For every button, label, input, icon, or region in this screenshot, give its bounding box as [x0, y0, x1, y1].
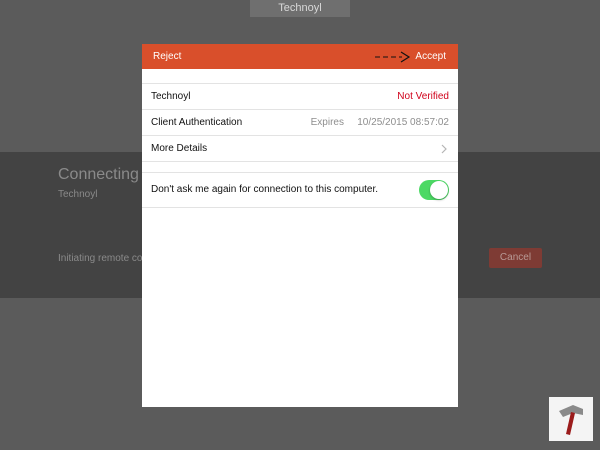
- more-details-row[interactable]: More Details: [142, 135, 458, 161]
- dashed-arrow-icon: [375, 51, 411, 63]
- accept-button[interactable]: Accept: [415, 44, 446, 69]
- dont-ask-row: Don't ask me again for connection to thi…: [142, 173, 458, 207]
- top-title-label: Technoyl: [250, 0, 350, 17]
- cancel-button[interactable]: Cancel: [489, 248, 542, 268]
- more-details-label: More Details: [151, 143, 208, 154]
- toggle-knob: [430, 181, 448, 199]
- dont-ask-label: Don't ask me again for connection to thi…: [151, 184, 379, 195]
- dialog-header: Reject Accept: [142, 44, 458, 69]
- reject-button[interactable]: Reject: [153, 44, 181, 69]
- chevron-right-icon: [441, 144, 447, 154]
- connection-status: Initiating remote co: [58, 253, 143, 264]
- client-auth-row: Client Authentication Expires 10/25/2015…: [142, 109, 458, 135]
- expires-label: Expires: [310, 117, 344, 128]
- hammer-logo-icon: [549, 397, 593, 441]
- dont-ask-toggle[interactable]: [419, 180, 449, 200]
- host-name: Technoyl: [151, 91, 191, 102]
- certificate-info-group: Technoyl Not Verified Client Authenticat…: [142, 83, 458, 162]
- verification-status: Not Verified: [397, 91, 449, 102]
- certificate-dialog: Reject Accept Technoyl Not Verified Clie…: [142, 44, 458, 407]
- connecting-host: Technoyl: [58, 189, 98, 200]
- host-row: Technoyl Not Verified: [142, 84, 458, 109]
- expires-value: 10/25/2015 08:57:02: [357, 117, 449, 128]
- preferences-group: Don't ask me again for connection to thi…: [142, 172, 458, 208]
- client-auth-label: Client Authentication: [151, 117, 243, 128]
